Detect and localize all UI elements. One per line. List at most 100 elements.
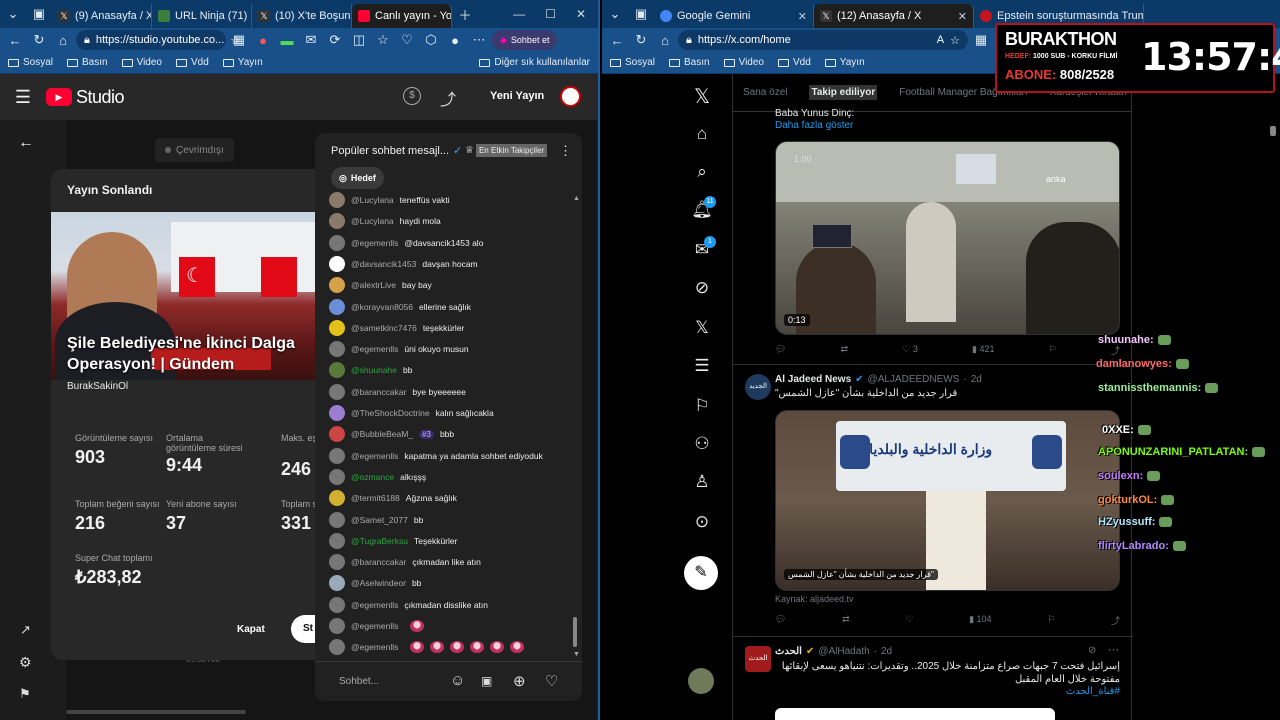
user-avatar[interactable] [329, 618, 345, 634]
chat-username[interactable]: @egemenlls [351, 600, 398, 610]
link-source[interactable]: Kaynak: aljadeed.tv [775, 594, 854, 604]
favorites-folder[interactable]: Vdd [778, 57, 811, 68]
chat-message[interactable]: @termit6188 Ağzına sağlık [329, 490, 457, 507]
user-avatar[interactable] [329, 405, 345, 421]
bookmark-icon[interactable]: ⚐ [1047, 614, 1055, 627]
chat-username[interactable]: @korayvan8056 [351, 302, 413, 312]
chat-message[interactable]: @Aselwindeor bb [329, 575, 421, 592]
user-avatar[interactable] [329, 447, 345, 464]
chat-message[interactable]: @egemenlls kapatma ya adamla sohbet ediyo… [329, 447, 543, 464]
chat-message[interactable]: @TheShockDoctrine kalın sağlıcakla [329, 405, 494, 421]
url-field[interactable]: 🔒︎ https://x.com/home A ☆ [678, 30, 968, 50]
post-video[interactable]: 1:00 anka 0:13 [775, 141, 1120, 335]
favorites-folder[interactable]: Sosyal [610, 57, 655, 68]
tab-for-you[interactable]: Sana özel [743, 87, 787, 98]
chat-message[interactable]: @ozmance alkışşş [329, 468, 426, 485]
scroll-up-icon[interactable]: ▲ [573, 195, 580, 202]
chat-username[interactable]: @Samet_2077 [351, 515, 408, 525]
chat-username[interactable]: @egemenlls [351, 238, 398, 248]
tab-x-bosuna[interactable]: 𝕏 (10) X'te Boşuna ✕ [252, 4, 352, 28]
hamburger-menu-icon[interactable]: ☰ [0, 87, 46, 108]
studio-logo[interactable]: ▶ Studio [46, 87, 125, 108]
profile-avatar-icon[interactable]: ● [444, 29, 466, 51]
user-avatar[interactable] [329, 362, 345, 379]
new-stream-button[interactable]: Yeni Yayın [490, 90, 544, 102]
author-avatar[interactable]: الحدث [745, 646, 771, 672]
extension-icon[interactable]: ✉ [300, 29, 322, 51]
minimize-icon[interactable]: — [513, 7, 525, 21]
chat-message[interactable]: @BubbleBeaM_ #3 bbb [329, 426, 454, 443]
tab-url-ninja[interactable]: URL Ninja (71) ✕ [152, 4, 252, 28]
user-avatar[interactable] [329, 532, 345, 549]
grok-icon[interactable]: ⊘ [1088, 645, 1096, 656]
premium-x-icon[interactable]: 𝕏 [688, 314, 716, 342]
compose-post-button[interactable]: ✎ [684, 556, 718, 590]
like-button[interactable]: ♡ 3 [902, 344, 918, 357]
favorites-folder[interactable]: Basın [67, 57, 108, 68]
tab-live-stream[interactable]: Canlı yayın - YouT ✕ [352, 4, 452, 28]
favorites-folder[interactable]: Video [723, 57, 764, 68]
super-chat-icon[interactable]: ▣ [481, 674, 492, 688]
extensions-icon[interactable]: ⟳ [324, 29, 346, 51]
scroll-down-icon[interactable]: ▼ [573, 651, 580, 658]
views-button[interactable]: ▮ 104 [969, 614, 991, 627]
chat-username[interactable]: @egemenlls [351, 344, 398, 354]
post-media-preview[interactable] [775, 708, 1055, 720]
favorites-folder[interactable]: Video [121, 57, 162, 68]
monetization-icon[interactable]: $ [403, 87, 421, 105]
chat-message[interactable]: @egemenlls üni okuyo musun [329, 341, 469, 358]
chat-username[interactable]: @TugraBerksu [351, 536, 408, 546]
author-name[interactable]: الحدث [775, 646, 802, 657]
chat-username[interactable]: @termit6188 [351, 493, 400, 503]
more-options-icon[interactable]: ⋮ [559, 143, 572, 159]
back-icon[interactable]: ← [4, 29, 26, 51]
lists-icon[interactable]: ☰ [688, 352, 716, 380]
chat-message[interactable]: @Lucylana haydi mola [329, 213, 441, 230]
chat-message[interactable]: @baranccakar çıkmadan like atın [329, 554, 481, 571]
user-avatar[interactable] [329, 255, 345, 272]
chat-message[interactable]: @davsancik1453 davşan hocam [329, 255, 478, 272]
chat-message[interactable]: @Lucylana teneffüs vakti [329, 192, 450, 208]
author-handle[interactable]: @ALJADEEDNEWS [868, 374, 960, 385]
chat-username[interactable]: @baranccakar [351, 387, 406, 397]
bookmark-icon[interactable]: ⚐ [1049, 344, 1057, 357]
extension-icon[interactable]: ▬ [276, 29, 298, 51]
user-avatar[interactable] [329, 234, 345, 251]
chat-username[interactable]: @Aselwindeor [351, 578, 406, 588]
chat-username[interactable]: @sametklnc7476 [351, 323, 417, 333]
timeline-scrollbar[interactable] [66, 710, 246, 714]
views-button[interactable]: ▮ 421 [972, 344, 994, 357]
favorites-icon[interactable]: ☆ [372, 29, 394, 51]
user-avatar[interactable] [329, 426, 345, 443]
url-field[interactable]: 🔒︎ https://studio.youtube.co... ☆ [76, 30, 240, 50]
close-tab-icon[interactable]: ✕ [958, 10, 967, 23]
chat-username[interactable]: @TheShockDoctrine [351, 408, 430, 418]
user-avatar[interactable] [329, 511, 345, 528]
user-avatar[interactable] [329, 596, 345, 613]
author-name[interactable]: Al Jadeed News [775, 374, 851, 385]
profile-icon[interactable]: ♙ [688, 468, 716, 496]
page-scrollbar[interactable] [1270, 126, 1276, 136]
favorites-folder[interactable]: Sosyal [8, 57, 53, 68]
chat-mode-selector[interactable]: Popüler sohbet mesajl... ✓ [331, 144, 462, 158]
new-tab-icon[interactable]: ＋ [452, 2, 478, 26]
chat-message[interactable]: @korayvan8056 ellerine sağlık [329, 298, 471, 315]
post-time[interactable]: 2d [881, 646, 892, 657]
chat-username[interactable]: @egemenlls [351, 451, 398, 461]
settings-gear-icon[interactable]: ⚙ [19, 654, 32, 671]
user-avatar[interactable] [329, 490, 345, 507]
user-avatar[interactable] [329, 298, 345, 315]
refresh-icon[interactable]: ↻ [28, 29, 50, 51]
show-more-link[interactable]: Daha fazla göster [775, 120, 853, 131]
favorite-star-icon[interactable]: ☆ [950, 34, 960, 47]
close-window-icon[interactable]: ✕ [576, 7, 586, 21]
more-icon[interactable]: ⋯ [468, 29, 490, 51]
reply-icon[interactable]: 💬︎ [775, 614, 786, 627]
grok-icon[interactable]: ⊘ [688, 274, 716, 302]
user-avatar[interactable] [329, 277, 345, 294]
extension-icon[interactable]: ⬡ [420, 29, 442, 51]
tab-following[interactable]: Takip ediliyor [809, 85, 878, 100]
author-handle[interactable]: @AlHadath [818, 646, 869, 657]
chat-username[interactable]: @baranccakar [351, 557, 406, 567]
favorites-folder[interactable]: Yayın [222, 57, 263, 68]
